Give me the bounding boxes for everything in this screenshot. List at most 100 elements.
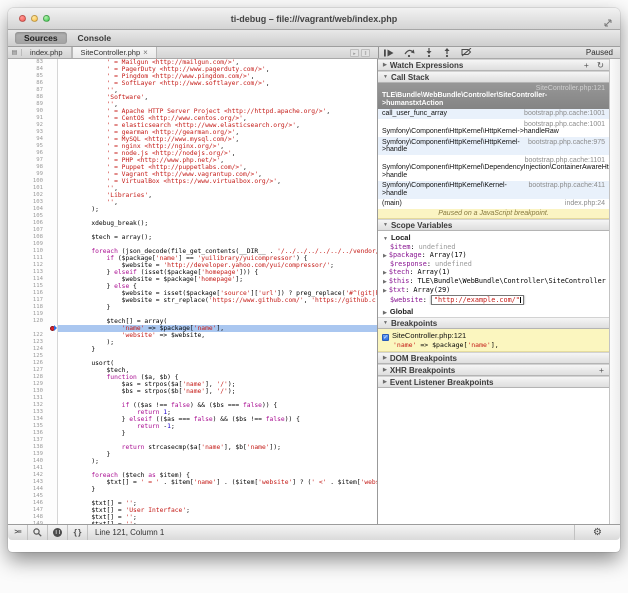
gutter-line-number[interactable]: 114 bbox=[8, 276, 58, 283]
chevron-right-icon[interactable]: ▶ bbox=[383, 279, 387, 285]
gutter-line-number[interactable]: 140 bbox=[8, 458, 58, 465]
code-line[interactable]: 103 '', bbox=[8, 199, 377, 206]
tab-console[interactable]: Console bbox=[69, 32, 121, 44]
code-line[interactable]: 95 ' = nginx <http://nginx.org/>', bbox=[8, 143, 377, 150]
gutter-line-number[interactable]: 115 bbox=[8, 283, 58, 290]
add-watch-button[interactable]: + bbox=[584, 60, 589, 71]
code-line[interactable]: 83 ' = Mailgun <http://mailgun.com/>', bbox=[8, 59, 377, 66]
gutter-line-number[interactable]: 123 bbox=[8, 339, 58, 346]
pretty-print-button[interactable]: {} bbox=[68, 525, 88, 540]
resume-button[interactable] bbox=[384, 49, 394, 57]
call-stack-frame[interactable]: bootstrap.php.cache:1101Symfony\Componen… bbox=[378, 155, 609, 181]
gutter-line-number[interactable]: 130 bbox=[8, 388, 58, 395]
code-line[interactable]: 90 ' = Apache HTTP Server Project <http:… bbox=[8, 108, 377, 115]
scope-global-group[interactable]: ▶Global bbox=[378, 305, 609, 317]
gutter-line-number[interactable]: 92 bbox=[8, 122, 58, 129]
gutter-line-number[interactable]: 116 bbox=[8, 290, 58, 297]
refresh-watch-button[interactable]: ↻ bbox=[597, 60, 604, 71]
code-line[interactable]: 130 $bs = strpos($b['name'], '/'); bbox=[8, 388, 377, 395]
pause-on-exceptions-button[interactable] bbox=[48, 525, 68, 540]
add-xhr-breakpoint-button[interactable]: + bbox=[599, 365, 604, 376]
navigator-toggle-icon[interactable]: ▤ bbox=[8, 49, 22, 56]
code-line[interactable]: 101 '', bbox=[8, 185, 377, 192]
code-line[interactable]: 89 '', bbox=[8, 101, 377, 108]
step-over-button[interactable] bbox=[404, 49, 415, 57]
code-line[interactable]: 140 ); bbox=[8, 458, 377, 465]
scope-local-group[interactable]: ▼Local bbox=[378, 231, 609, 243]
gutter-line-number[interactable]: 135 bbox=[8, 423, 58, 430]
scope-variable-row[interactable]: ▶$txt: Array(29) bbox=[378, 286, 609, 295]
title-bar[interactable]: ti-debug – file:///vagrant/web/index.php bbox=[8, 8, 620, 30]
gutter-line-number[interactable]: 101 bbox=[8, 185, 58, 192]
gutter-line-number[interactable]: 129 bbox=[8, 381, 58, 388]
gutter-line-number[interactable]: 117 bbox=[8, 297, 58, 304]
code-line[interactable]: 88 'Software', bbox=[8, 94, 377, 101]
code-line[interactable]: 104 ); bbox=[8, 206, 377, 213]
code-line[interactable]: 97 ' = PHP <http://www.php.net/>', bbox=[8, 157, 377, 164]
section-xhr-breakpoints[interactable]: ▶ XHR Breakpoints + bbox=[378, 364, 609, 376]
breakpoint-checkbox[interactable]: ✓ bbox=[382, 334, 389, 341]
code-line[interactable]: 117 $website = str_replace('https://www.… bbox=[8, 297, 377, 304]
scope-variable-row[interactable]: $response: undefined bbox=[378, 260, 609, 268]
gutter-line-number[interactable]: 149 bbox=[8, 521, 58, 524]
scope-variable-row[interactable]: $item: undefined bbox=[378, 243, 609, 251]
call-stack-frame[interactable]: SiteController.php:121TLE\Bundle\WebBund… bbox=[378, 83, 609, 109]
gutter-line-number[interactable]: 93 bbox=[8, 129, 58, 136]
code-line[interactable]: 106 xdebug_break(); bbox=[8, 220, 377, 227]
toggle-breakpoints-button[interactable] bbox=[461, 48, 472, 57]
code-line[interactable]: 98 ' = Puppet <http://puppetlabs.com/>', bbox=[8, 164, 377, 171]
code-line[interactable]: 84 ' = PagerDuty <http://www.pagerduty.c… bbox=[8, 66, 377, 73]
call-stack-frame[interactable]: index.php:24(main) bbox=[378, 199, 609, 210]
code-line[interactable]: 91 ' = CentOS <http://www.centos.org/>', bbox=[8, 115, 377, 122]
resize-icon[interactable] bbox=[604, 14, 612, 32]
gutter-line-number[interactable]: 122 bbox=[8, 332, 58, 339]
gutter-line-number[interactable]: 110 bbox=[8, 248, 58, 255]
code-line[interactable]: 105 bbox=[8, 213, 377, 220]
section-watch-expressions[interactable]: ▶ Watch Expressions + ↻ bbox=[378, 59, 609, 71]
close-tab-icon[interactable]: × bbox=[143, 48, 148, 57]
file-tab-sitecontroller-php[interactable]: SiteController.php × bbox=[72, 47, 157, 58]
section-dom-breakpoints[interactable]: ▶ DOM Breakpoints bbox=[378, 352, 609, 364]
call-stack-frame[interactable]: bootstrap.php.cache:411Symfony\Component… bbox=[378, 181, 609, 199]
code-line[interactable]: 120 $tech[] = array( bbox=[8, 318, 377, 325]
code-line[interactable]: 112 $website = 'http://developer.yahoo.c… bbox=[8, 262, 377, 269]
tab-scroll-left-icon[interactable]: ▸ bbox=[350, 49, 359, 57]
code-line[interactable]: 139 } bbox=[8, 451, 377, 458]
gutter-line-number[interactable]: 126 bbox=[8, 360, 58, 367]
code-line[interactable]: 119 bbox=[8, 311, 377, 318]
gutter-line-number[interactable]: 134 bbox=[8, 416, 58, 423]
gutter-line-number[interactable]: 145 bbox=[8, 493, 58, 500]
code-line[interactable]: 132 if (($as !== false) && ($bs === fals… bbox=[8, 402, 377, 409]
gutter-line-number[interactable]: 106 bbox=[8, 220, 58, 227]
gutter-line-number[interactable]: 104 bbox=[8, 206, 58, 213]
code-editor[interactable]: 83 ' = Mailgun <http://mailgun.com/>',84… bbox=[8, 59, 378, 524]
gutter-line-number[interactable]: 100 bbox=[8, 178, 58, 185]
code-line[interactable]: 129 $as = strpos($a['name'], '/'); bbox=[8, 381, 377, 388]
gutter-line-number[interactable]: 88 bbox=[8, 94, 58, 101]
code-line[interactable]: 134 } elseif (($as === false) && ($bs !=… bbox=[8, 416, 377, 423]
code-line[interactable]: 133 return 1; bbox=[8, 409, 377, 416]
gutter-line-number[interactable]: 84 bbox=[8, 66, 58, 73]
variable-value-editor[interactable]: "http://example.com/" bbox=[431, 295, 524, 305]
zoom-window-button[interactable] bbox=[43, 15, 50, 22]
code-line[interactable]: 111 if ($package['name'] == 'yuilibrary/… bbox=[8, 255, 377, 262]
minimize-window-button[interactable] bbox=[31, 15, 38, 22]
code-line[interactable]: 87 '', bbox=[8, 87, 377, 94]
gutter-line-number[interactable]: 128 bbox=[8, 374, 58, 381]
gutter-line-number[interactable]: 109 bbox=[8, 241, 58, 248]
gutter-line-number[interactable]: 142 bbox=[8, 472, 58, 479]
step-out-button[interactable] bbox=[443, 48, 451, 57]
section-event-listener-breakpoints[interactable]: ▶ Event Listener Breakpoints bbox=[378, 376, 609, 388]
file-tab-index-php[interactable]: index.php bbox=[22, 47, 72, 58]
code-line[interactable]: 94 ' = MySQL <http://www.mysql.com/>', bbox=[8, 136, 377, 143]
close-window-button[interactable] bbox=[19, 15, 26, 22]
section-scope-variables[interactable]: ▼ Scope Variables bbox=[378, 219, 609, 231]
gutter-line-number[interactable]: 111 bbox=[8, 255, 58, 262]
chevron-right-icon[interactable]: ▶ bbox=[383, 253, 387, 259]
code-line[interactable]: 142 foreach ($tech as $item) { bbox=[8, 472, 377, 479]
code-line[interactable]: 114 $website = $package['homepage']; bbox=[8, 276, 377, 283]
code-line[interactable]: 108 $tech = array(); bbox=[8, 234, 377, 241]
code-line[interactable]: 131 bbox=[8, 395, 377, 402]
chevron-right-icon[interactable]: ▶ bbox=[383, 288, 387, 294]
gutter-line-number[interactable]: 138 bbox=[8, 444, 58, 451]
